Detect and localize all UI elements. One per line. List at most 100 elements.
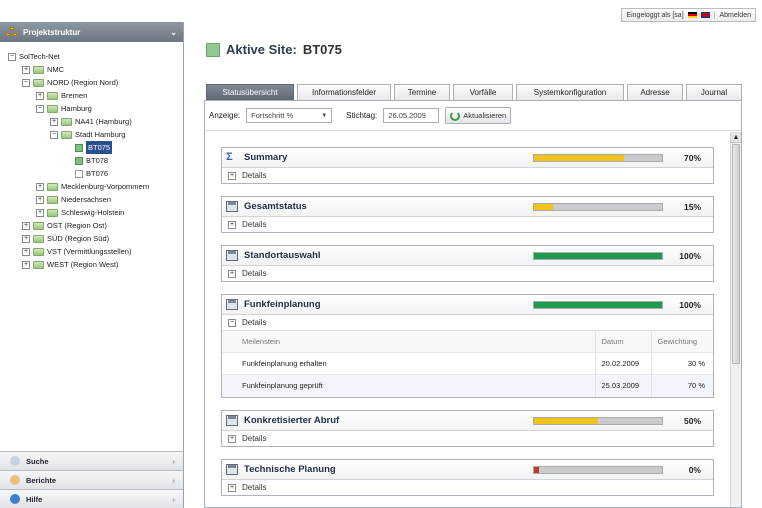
tree-node[interactable]: + OST (Region Ost)	[8, 219, 183, 232]
table-row[interactable]: Funkfeinplanung geprüft 25.03.2009 70 %	[222, 374, 713, 397]
accordion-label: Berichte	[26, 475, 57, 485]
collapse-icon[interactable]: −	[36, 104, 44, 113]
uk-flag-icon[interactable]	[700, 12, 710, 18]
tree-node[interactable]: BT078	[8, 154, 183, 167]
view-label: Anzeige:	[209, 111, 241, 120]
expand-icon[interactable]: +	[22, 65, 30, 74]
expand-icon[interactable]: +	[228, 171, 236, 180]
tree-node[interactable]: + WEST (Region West)	[8, 258, 183, 271]
expand-icon[interactable]: +	[36, 195, 44, 204]
filter-bar: Anzeige: Fortschritt % ▼ Stichtag: 26.05…	[205, 101, 741, 131]
tree-node[interactable]: + Niedersachsen	[8, 193, 183, 206]
table-cell: 25.03.2009	[594, 374, 651, 397]
table-row[interactable]: Funkfeinplanung erhalten 20.02.2009 30 %	[222, 352, 713, 375]
accordion-berichte[interactable]: Berichte ›	[0, 470, 183, 489]
scroll-thumb[interactable]	[732, 144, 740, 364]
sidebar-accordion: Suche › Berichte › Hilfe ›	[0, 451, 183, 508]
dropdown-arrow-icon: ▼	[321, 112, 328, 119]
expand-icon[interactable]: +	[50, 117, 58, 126]
details-toggle[interactable]: + Details	[222, 217, 713, 232]
german-flag-icon[interactable]	[687, 12, 697, 18]
panel-title: Technische Planung	[244, 464, 336, 475]
expand-icon[interactable]: +	[22, 247, 30, 256]
tab-5[interactable]: Adresse	[627, 84, 683, 100]
details-toggle[interactable]: + Details	[222, 168, 713, 183]
project-tree: − SolTech-Net + NMC − NORD (Region Nord) + Brem…	[0, 42, 183, 271]
tree-node[interactable]: + SÜD (Region Süd)	[8, 232, 183, 245]
collapse-chevron-icon[interactable]: ⌄	[170, 28, 177, 37]
panel-header: Konkretisierter Abruf 50%	[222, 411, 713, 431]
logout-link[interactable]: Abmelden	[719, 12, 751, 19]
expand-icon[interactable]: +	[22, 260, 30, 269]
chevron-right-icon: ›	[172, 494, 176, 504]
sidebar: Projektstruktur ⌄ − SolTech-Net + NMC − NORD …	[0, 22, 184, 508]
tree-node[interactable]: BT076	[8, 167, 183, 180]
tree-node-label: NORD (Region Nord)	[47, 78, 119, 87]
tree-node[interactable]: − Hamburg	[8, 102, 183, 115]
date-value: 26.05.2009	[388, 111, 426, 120]
expand-icon[interactable]: +	[228, 434, 236, 443]
table-cell: Funkfeinplanung geprüft	[222, 374, 595, 397]
collapse-icon[interactable]: −	[8, 52, 16, 61]
folder-icon	[33, 221, 44, 230]
details-label: Details	[242, 220, 267, 229]
tree-node[interactable]: − NORD (Region Nord)	[8, 76, 183, 89]
tree-node[interactable]: − SolTech-Net	[8, 50, 183, 63]
site-icon	[75, 156, 83, 165]
tab-3[interactable]: Vorfälle	[453, 84, 513, 100]
expand-icon[interactable]: +	[22, 221, 30, 230]
tab-4[interactable]: Systemkonfiguration	[516, 84, 624, 100]
panel-title: Summary	[244, 152, 288, 163]
tab-0[interactable]: Statusübersicht	[206, 84, 294, 100]
tree-node[interactable]: + NMC	[8, 63, 183, 76]
tab-1[interactable]: Informationsfelder	[297, 84, 391, 100]
vertical-scrollbar[interactable]: ▲	[730, 132, 741, 507]
refresh-icon	[450, 110, 461, 121]
date-input[interactable]: 26.05.2009	[383, 108, 440, 123]
tree-node-label: BT075	[86, 141, 113, 154]
tree-node[interactable]: − Stadt Hamburg	[8, 128, 183, 141]
tree-node[interactable]: + NA41 (Hamburg)	[8, 115, 183, 128]
tab-2[interactable]: Termine	[394, 84, 450, 100]
expand-icon[interactable]: +	[36, 91, 44, 100]
details-toggle[interactable]: − Details	[222, 315, 713, 330]
tree-node-label: Stadt Hamburg	[75, 130, 126, 139]
milestone-table: Meilenstein Datum Gewichtung Funkfeinplanun…	[222, 330, 713, 397]
calendar-icon	[226, 201, 238, 212]
accordion-hilfe[interactable]: Hilfe ›	[0, 489, 183, 508]
panel-list: ▲ Σ Summary 70% + Details Gesamtstatus 15% + Det…	[205, 132, 741, 507]
expand-icon[interactable]: +	[36, 208, 44, 217]
collapse-icon[interactable]: −	[50, 130, 58, 139]
expand-icon[interactable]: +	[36, 182, 44, 191]
tree-node[interactable]: + Schleswig-Holstein	[8, 206, 183, 219]
details-toggle[interactable]: + Details	[222, 266, 713, 281]
tree-node[interactable]: + VST (Vermittlungsstellen)	[8, 245, 183, 258]
tab-6[interactable]: Journal	[686, 84, 742, 100]
tree-node[interactable]: + Bremen	[8, 89, 183, 102]
table-cell: 70 %	[650, 374, 713, 397]
accordion-suche[interactable]: Suche ›	[0, 451, 183, 470]
sidebar-header[interactable]: Projektstruktur ⌄	[0, 22, 183, 42]
tree-node-label: NA41 (Hamburg)	[75, 117, 132, 126]
expand-icon[interactable]: +	[228, 269, 236, 278]
details-toggle[interactable]: + Details	[222, 431, 713, 446]
search-icon	[10, 456, 20, 466]
progress-bar	[533, 465, 663, 474]
tree-node-label: NMC	[47, 65, 65, 74]
tree-node[interactable]: + Mecklenburg-Vorpommern	[8, 180, 183, 193]
collapse-icon[interactable]: −	[22, 78, 30, 87]
expand-icon[interactable]: +	[22, 234, 30, 243]
collapse-icon[interactable]: −	[228, 318, 236, 327]
status-panel: Konkretisierter Abruf 50% + Details	[221, 410, 714, 447]
view-select[interactable]: Fortschritt % ▼	[246, 108, 333, 123]
expand-icon[interactable]: +	[228, 220, 236, 229]
refresh-label: Aktualisieren	[463, 111, 507, 120]
expand-icon[interactable]: +	[228, 483, 236, 492]
progress-fill	[534, 417, 598, 424]
tree-node[interactable]: BT075	[8, 141, 183, 154]
refresh-button[interactable]: Aktualisieren	[445, 107, 512, 124]
tree-node-label: OST (Region Ost)	[47, 221, 107, 230]
scroll-up-icon[interactable]: ▲	[731, 132, 741, 143]
tree-node-label: BT078	[86, 156, 109, 165]
details-toggle[interactable]: + Details	[222, 480, 713, 495]
